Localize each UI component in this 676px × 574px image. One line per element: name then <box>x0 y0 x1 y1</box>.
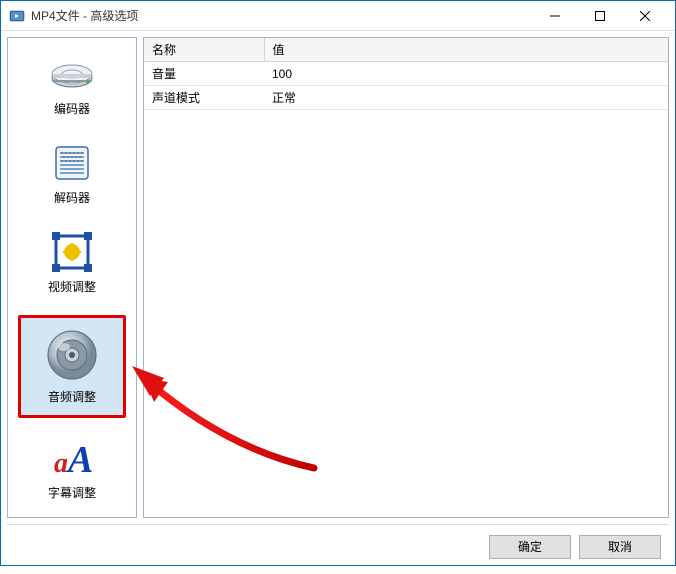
dialog-footer: 确定 取消 <box>7 524 669 568</box>
video-adjust-icon <box>48 232 96 272</box>
svg-text:A: A <box>66 439 93 480</box>
sidebar: 编码器 <box>7 37 137 518</box>
sidebar-item-label: 字幕调整 <box>48 484 96 501</box>
cell-name: 声道模式 <box>144 86 264 110</box>
properties-table: 名称 值 音量 100 声道模式 正常 <box>144 38 668 110</box>
sidebar-item-video-adjust[interactable]: 视频调整 <box>22 226 122 301</box>
cancel-button[interactable]: 取消 <box>579 535 661 559</box>
app-icon <box>9 8 25 24</box>
main-area: 编码器 <box>7 37 669 518</box>
window-title: MP4文件 - 高级选项 <box>31 7 532 24</box>
annotation-arrow <box>114 338 334 478</box>
window: MP4文件 - 高级选项 <box>0 0 676 566</box>
subtitle-adjust-icon: a A <box>48 438 96 478</box>
sidebar-item-decoder[interactable]: 解码器 <box>22 137 122 212</box>
content-panel: 名称 值 音量 100 声道模式 正常 <box>143 37 669 518</box>
sidebar-item-label: 视频调整 <box>48 278 96 295</box>
cell-name: 音量 <box>144 62 264 86</box>
cell-value[interactable]: 100 <box>264 62 668 86</box>
ok-button[interactable]: 确定 <box>489 535 571 559</box>
maximize-button[interactable] <box>577 1 622 31</box>
decoder-icon <box>48 143 96 183</box>
minimize-button[interactable] <box>532 1 577 31</box>
sidebar-item-audio-adjust[interactable]: 音频调整 <box>18 315 126 418</box>
svg-text:a: a <box>54 448 68 479</box>
audio-adjust-icon <box>42 328 102 382</box>
sidebar-item-label: 解码器 <box>54 189 90 206</box>
dialog-body: 编码器 <box>1 31 675 574</box>
sidebar-item-label: 音频调整 <box>48 388 96 405</box>
close-button[interactable] <box>622 1 667 31</box>
table-row[interactable]: 声道模式 正常 <box>144 86 668 110</box>
sidebar-item-label: 编码器 <box>54 100 90 117</box>
col-header-value[interactable]: 值 <box>264 38 668 62</box>
col-header-name[interactable]: 名称 <box>144 38 264 62</box>
sidebar-item-subtitle-adjust[interactable]: a A 字幕调整 <box>22 432 122 507</box>
window-controls <box>532 1 667 31</box>
cell-value[interactable]: 正常 <box>264 86 668 110</box>
table-row[interactable]: 音量 100 <box>144 62 668 86</box>
encoder-icon <box>48 54 96 94</box>
titlebar: MP4文件 - 高级选项 <box>1 1 675 31</box>
sidebar-item-encoder[interactable]: 编码器 <box>22 48 122 123</box>
